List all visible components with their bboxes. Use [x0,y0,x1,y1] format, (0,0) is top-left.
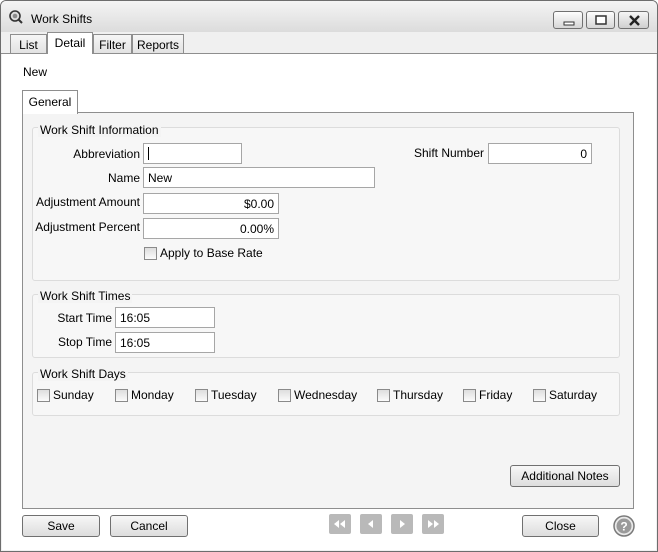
monday-label: Monday [131,388,174,402]
adjustment-amount-input[interactable] [143,193,279,214]
shift-number-label: Shift Number [413,146,484,160]
thursday-checkbox[interactable] [377,389,390,402]
shift-number-input[interactable] [488,143,592,164]
general-panel: Work Shift Information Abbreviation Shif… [22,112,634,509]
first-record-button[interactable] [329,514,351,534]
window-title: Work Shifts [31,12,93,26]
title-bar[interactable]: Work Shifts [1,1,657,32]
saturday-label: Saturday [549,388,598,402]
tuesday-label: Tuesday [211,388,257,402]
abbreviation-label: Abbreviation [73,147,140,161]
maximize-icon [595,15,607,25]
friday-checkbox[interactable] [463,389,476,402]
minimize-button[interactable] [553,11,583,29]
close-icon [629,15,640,26]
sunday-label: Sunday [53,388,94,402]
apply-to-base-rate-checkbox[interactable] [144,247,157,260]
record-status: New [23,65,48,79]
work-shift-days-title: Work Shift Days [38,367,128,381]
tab-list[interactable]: List [10,34,47,53]
friday-label: Friday [479,388,513,402]
subtab-general[interactable]: General [22,90,78,114]
close-button[interactable]: Close [522,515,599,537]
last-record-button[interactable] [422,514,444,534]
work-shifts-window: Work Shifts List Detail Filter Reports N… [0,0,658,552]
start-time-label: Start Time [57,311,112,325]
wednesday-label: Wednesday [294,388,358,402]
magnifier-icon [9,10,23,24]
tab-detail[interactable]: Detail [47,32,93,54]
next-record-icon [400,520,405,528]
cancel-button[interactable]: Cancel [110,515,188,537]
abbreviation-input[interactable] [143,143,242,164]
tab-filter[interactable]: Filter [93,34,132,53]
tab-reports[interactable]: Reports [132,34,184,53]
adjustment-amount-label: Adjustment Amount [35,195,140,209]
last-record-icon [428,520,439,528]
stop-time-label: Stop Time [57,335,112,349]
text-caret [148,147,149,160]
maximize-button[interactable] [586,11,615,29]
thursday-label: Thursday [393,388,444,402]
start-time-input[interactable] [115,307,215,328]
monday-checkbox[interactable] [115,389,128,402]
help-icon[interactable]: ? [613,515,635,537]
minimize-icon [563,21,575,26]
additional-notes-button[interactable]: Additional Notes [510,465,620,487]
name-input[interactable] [143,167,375,188]
apply-to-base-rate-label: Apply to Base Rate [160,246,263,260]
stop-time-input[interactable] [115,332,215,353]
adjustment-percent-label: Adjustment Percent [35,220,140,234]
next-record-button[interactable] [391,514,413,534]
work-shift-information-title: Work Shift Information [38,123,161,137]
close-window-button[interactable] [618,11,649,29]
tuesday-checkbox[interactable] [195,389,208,402]
name-label: Name [107,171,140,185]
adjustment-percent-input[interactable] [143,218,279,239]
saturday-checkbox[interactable] [533,389,546,402]
previous-record-icon [368,520,373,528]
work-shift-times-title: Work Shift Times [38,289,133,303]
previous-record-button[interactable] [360,514,382,534]
sunday-checkbox[interactable] [37,389,50,402]
save-button[interactable]: Save [22,515,100,537]
first-record-icon [334,520,345,528]
wednesday-checkbox[interactable] [278,389,291,402]
svg-text:?: ? [620,520,627,534]
